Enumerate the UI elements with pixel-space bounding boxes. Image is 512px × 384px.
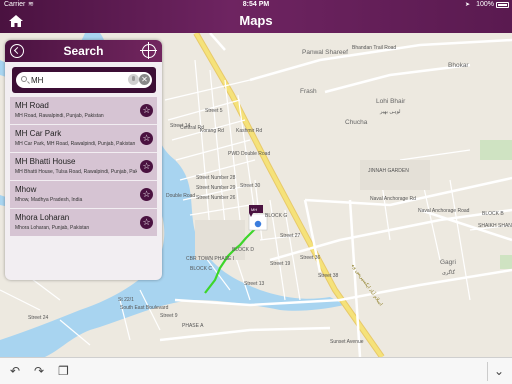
toolbar-divider	[487, 362, 488, 381]
map-label-lohi-bhair-urdu: لوہی بھیر	[380, 109, 401, 115]
search-bar: ✕	[12, 67, 156, 93]
map-label-bhokar: Bhokar	[448, 62, 469, 69]
map-label-jinnah-garden: JINNAH GARDEN	[368, 168, 409, 174]
map-label-cbr-town: CBR TOWN PHASE I	[186, 256, 235, 262]
microphone-icon[interactable]	[128, 74, 139, 85]
favorite-button[interactable]: ☆	[140, 104, 153, 117]
favorite-button[interactable]: ☆	[140, 160, 153, 173]
map-label-naval-anchorage: Naval Anchorage Rd	[370, 196, 416, 202]
chevron-down-icon[interactable]: ⌄	[494, 364, 504, 378]
clear-icon[interactable]: ✕	[139, 74, 150, 85]
park-area	[500, 255, 512, 269]
map-label-lohi-bhair: Lohi Bhair	[376, 98, 406, 105]
map-label-street-24: Street 24	[28, 315, 49, 321]
map-label-block-b: BLOCK B	[482, 211, 504, 217]
map-label-bhandan: Bhandan Trail Road	[352, 45, 397, 51]
search-icon	[21, 76, 27, 82]
map-label-pwd-double: PWD Double Road	[228, 151, 271, 157]
search-field[interactable]: ✕	[16, 72, 152, 88]
park-area	[480, 140, 512, 160]
map-label-gagri-urdu: گاگری	[442, 270, 455, 276]
map-label-street-13: Street 13	[244, 281, 265, 287]
clock: 8:54 PM	[242, 1, 270, 8]
favorite-button[interactable]: ☆	[140, 132, 153, 145]
page-title: Maps	[239, 13, 273, 28]
map-label-street-38: Street 38	[318, 273, 339, 279]
map-label-naval-anchorage-2: Naval Anchorage Road	[418, 208, 470, 214]
map-label-panwal: Panwal Shareef	[302, 49, 348, 56]
result-name: MH Bhatti House	[15, 157, 76, 166]
result-name: Mhow	[15, 185, 37, 194]
status-bar: Carrier ≋ 8:54 PM ➤ 100%	[0, 0, 512, 10]
result-name: MH Car Park	[15, 129, 62, 138]
map-label-korang-rd: Korang Rd	[200, 128, 224, 134]
marker-label: MH	[251, 207, 257, 212]
app-header: Carrier ≋ 8:54 PM ➤ 100% Maps	[0, 0, 512, 33]
map-label-double-road: Double Road	[166, 193, 196, 199]
battery-icon	[496, 2, 509, 8]
map-label-block-d: BLOCK D	[232, 247, 254, 253]
result-name: MH Road	[15, 101, 49, 110]
result-address: Mhow, Madhya Pradesh, India	[15, 197, 83, 203]
map-label-street-number-29: Street Number 29	[196, 185, 236, 191]
result-address: Mhora Loharan, Punjab, Pakistan	[15, 225, 90, 231]
search-panel-title: Search	[63, 44, 104, 58]
undo-icon[interactable]: ↶	[10, 364, 20, 378]
map-label-street-36: Street 36	[300, 255, 321, 261]
map-label-frash: Frash	[300, 88, 317, 95]
search-panel-header: Search	[5, 40, 162, 62]
map-label-south-east-blvd: South East Boulevard	[120, 305, 169, 311]
star-icon: ☆	[142, 189, 151, 199]
user-location-dot[interactable]	[253, 219, 263, 229]
favorite-button[interactable]: ☆	[140, 188, 153, 201]
copy-icon[interactable]: ❐	[58, 364, 69, 378]
star-icon: ☆	[142, 217, 151, 227]
map-label-sunset-ave: Sunset Avenue	[330, 339, 364, 345]
map-label-street-5: Street 5	[205, 108, 223, 114]
map-label-gagri: Gagri	[440, 259, 456, 266]
search-input[interactable]	[31, 74, 121, 86]
result-address: MH Car Park, MH Road, Rawalpindi, Punjab…	[15, 141, 136, 147]
result-address: MH Bhatti House, Tulsa Road, Rawalpindi,…	[15, 169, 137, 175]
list-item[interactable]: Mhora Loharan Mhora Loharan, Punjab, Pak…	[10, 209, 157, 237]
favorite-button[interactable]: ☆	[140, 216, 153, 229]
result-name: Mhora Loharan	[15, 213, 70, 222]
location-arrow-icon: ➤	[464, 2, 470, 8]
star-icon: ☆	[142, 133, 151, 143]
map-label-street-number-28: Street Number 28	[196, 175, 236, 181]
map-label-street-14: Street 14	[170, 123, 191, 129]
map-label-street-22: St 22/1	[118, 297, 134, 303]
list-item[interactable]: MH Road MH Road, Rawalpindi, Punjab, Pak…	[10, 97, 157, 125]
list-item[interactable]: MH Bhatti House MH Bhatti House, Tulsa R…	[10, 153, 157, 181]
map-label-kashmir-rd: Kashmir Rd	[236, 128, 263, 134]
result-address: MH Road, Rawalpindi, Punjab, Pakistan	[15, 113, 104, 119]
map-label-chucha: Chucha	[345, 119, 368, 126]
list-item[interactable]: MH Car Park MH Car Park, MH Road, Rawalp…	[10, 125, 157, 153]
redo-icon[interactable]: ↷	[34, 364, 44, 378]
map-label-street-9: Street 9	[160, 313, 178, 319]
map-label-block-g: BLOCK G	[265, 213, 288, 219]
search-results: MH Road MH Road, Rawalpindi, Punjab, Pak…	[10, 97, 157, 237]
star-icon: ☆	[142, 105, 151, 115]
star-icon: ☆	[142, 161, 151, 171]
map-label-phase-a: PHASE A	[182, 323, 204, 329]
list-item[interactable]: Mhow Mhow, Madhya Pradesh, India ☆	[10, 181, 157, 209]
map-label-street-30: Street 30	[240, 183, 261, 189]
map-label-street-19: Street 19	[270, 261, 291, 267]
map-label-block-c: BLOCK C	[190, 266, 212, 272]
map-label-street-27: Street 27	[280, 233, 301, 239]
search-panel: Search ✕ MH Road MH Road, Rawalpindi, Pu…	[5, 40, 162, 280]
battery-percent: 100%	[476, 1, 494, 8]
map-label-shaikh-shan: SHAIKH SHAN	[478, 223, 512, 229]
keyboard-toolbar: ↶ ↷ ❐ ⌄	[0, 357, 512, 384]
locate-button[interactable]	[140, 42, 157, 59]
map-label-street-number-26: Street Number 26	[196, 195, 236, 201]
